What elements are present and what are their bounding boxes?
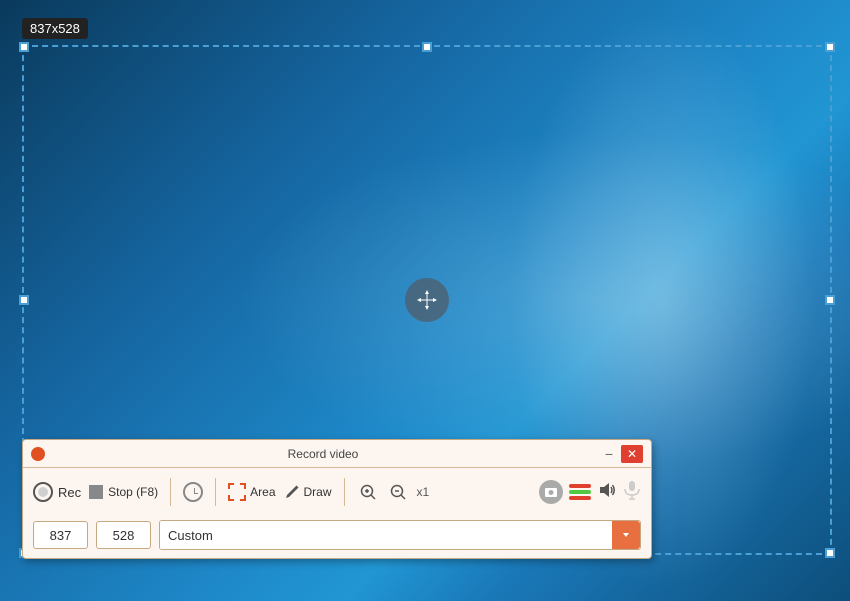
zoom-in-icon [359, 483, 377, 501]
toolbar-title: Record video [45, 447, 601, 461]
height-input[interactable] [96, 521, 151, 549]
divider-3 [344, 478, 345, 506]
audio-bar-red2 [569, 496, 591, 500]
app-icon [31, 447, 45, 461]
zoom-level-label: x1 [417, 485, 430, 499]
toolbar-footer: Custom [23, 516, 651, 558]
audio-bar-green [569, 490, 591, 494]
titlebar-buttons: − ✕ [601, 445, 643, 463]
rec-circle-icon [33, 482, 53, 502]
rec-button[interactable]: Rec [33, 482, 81, 502]
toolbar-body: Rec Stop (F8) Area Draw [23, 468, 651, 516]
audio-level-indicator[interactable] [569, 484, 591, 500]
chevron-down-icon [621, 530, 631, 540]
area-button[interactable]: Area [228, 483, 275, 501]
speaker-button[interactable] [597, 480, 617, 505]
dropdown-arrow-button[interactable] [612, 521, 640, 549]
preset-dropdown-wrapper: Custom [159, 520, 641, 550]
camera-icon [544, 485, 558, 499]
close-button[interactable]: ✕ [621, 445, 643, 463]
rec-label: Rec [58, 485, 81, 500]
zoom-out-button[interactable] [387, 481, 409, 503]
timer-icon[interactable] [183, 482, 203, 502]
handle-top-mid[interactable] [422, 42, 432, 52]
handle-mid-left[interactable] [19, 295, 29, 305]
handle-mid-right[interactable] [825, 295, 835, 305]
camera-button[interactable] [539, 480, 563, 504]
toolbar-right [539, 480, 641, 505]
draw-label: Draw [304, 485, 332, 499]
pencil-icon [284, 484, 300, 500]
stop-button[interactable]: Stop (F8) [89, 485, 158, 499]
move-cursor-icon[interactable] [405, 278, 449, 322]
divider-1 [170, 478, 171, 506]
toolbar-titlebar: Record video − ✕ [23, 440, 651, 468]
dimension-label: 837x528 [22, 18, 88, 39]
preset-label[interactable]: Custom [160, 521, 612, 549]
zoom-out-icon [389, 483, 407, 501]
handle-top-left[interactable] [19, 42, 29, 52]
handle-top-right[interactable] [825, 42, 835, 52]
area-label: Area [250, 485, 275, 499]
draw-button[interactable]: Draw [284, 484, 332, 500]
mic-icon [623, 480, 641, 500]
minimize-button[interactable]: − [601, 447, 617, 461]
stop-label: Stop (F8) [108, 485, 158, 499]
speaker-icon [597, 480, 617, 500]
record-video-toolbar: Record video − ✕ Rec Stop (F8) Area [22, 439, 652, 559]
audio-bar-red [569, 484, 591, 488]
width-input[interactable] [33, 521, 88, 549]
area-dashed-icon [228, 483, 246, 501]
mic-button[interactable] [623, 480, 641, 505]
zoom-in-button[interactable] [357, 481, 379, 503]
stop-square-icon [89, 485, 103, 499]
rec-circle-inner [38, 487, 48, 497]
divider-2 [215, 478, 216, 506]
handle-bot-right[interactable] [825, 548, 835, 558]
